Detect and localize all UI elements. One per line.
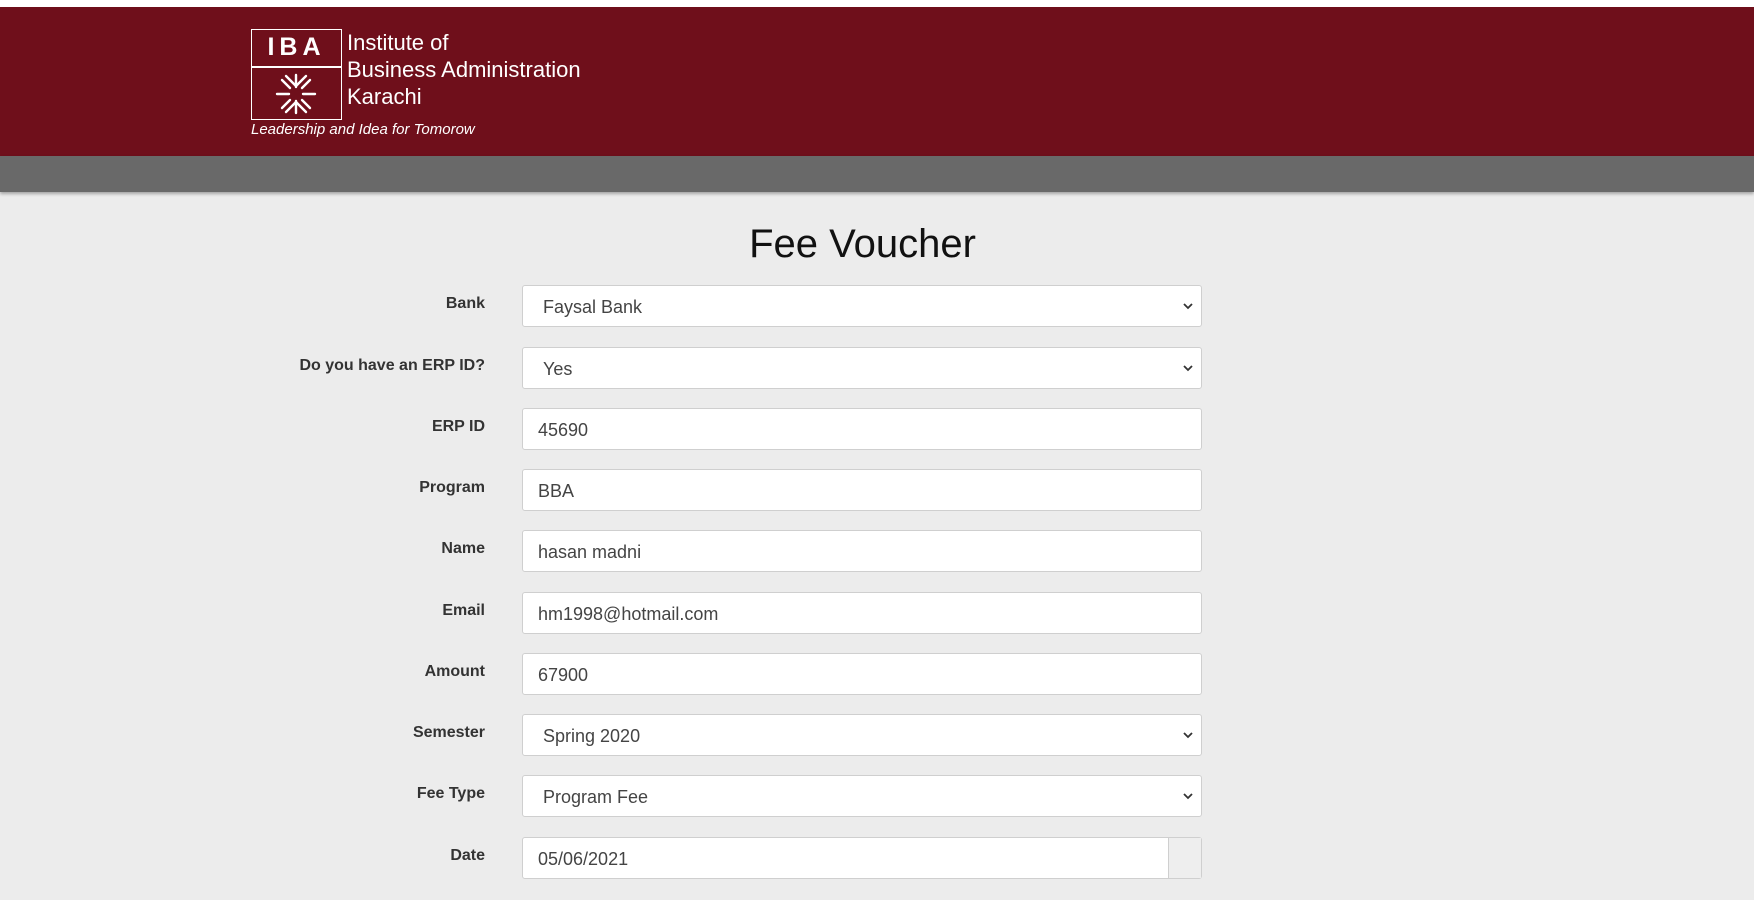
has-erp-select[interactable]: Yes xyxy=(522,347,1202,389)
program-value: BBA xyxy=(538,481,575,501)
date-row: Date 05/06/2021 xyxy=(0,837,1754,881)
bank-row: Bank Faysal Bank xyxy=(0,285,1754,329)
semester-select[interactable]: Spring 2020 xyxy=(522,714,1202,756)
erp-id-row: ERP ID 45690 xyxy=(0,408,1754,452)
has-erp-label: Do you have an ERP ID? xyxy=(299,357,485,374)
chevron-down-icon xyxy=(1183,303,1193,310)
email-row: Email hm1998@hotmail.com xyxy=(0,592,1754,636)
bank-select[interactable]: Faysal Bank xyxy=(522,285,1202,327)
semester-value: Spring 2020 xyxy=(543,726,641,746)
amount-value: 67900 xyxy=(538,665,589,685)
erp-id-value: 45690 xyxy=(538,420,589,440)
name-value: hasan madni xyxy=(538,542,642,562)
fee-type-select[interactable]: Program Fee xyxy=(522,775,1202,817)
date-picker-button[interactable] xyxy=(1168,838,1201,878)
name-label: Name xyxy=(441,540,485,557)
erp-id-input[interactable]: 45690 xyxy=(522,408,1202,450)
logo-text: IBA xyxy=(267,33,326,61)
institute-name: Institute of Business Administration Kar… xyxy=(347,29,581,110)
date-label: Date xyxy=(450,847,485,864)
chevron-down-icon xyxy=(1183,793,1193,800)
institute-line-1: Institute of xyxy=(347,30,449,55)
date-value: 05/06/2021 xyxy=(538,849,629,869)
amount-label: Amount xyxy=(424,663,485,680)
amount-row: Amount 67900 xyxy=(0,653,1754,697)
program-input[interactable]: BBA xyxy=(522,469,1202,511)
chevron-down-icon xyxy=(1183,732,1193,739)
bank-value: Faysal Bank xyxy=(543,297,643,317)
date-input[interactable]: 05/06/2021 xyxy=(522,837,1202,879)
semester-label: Semester xyxy=(412,724,485,741)
program-label: Program xyxy=(419,479,485,496)
email-input[interactable]: hm1998@hotmail.com xyxy=(522,592,1202,634)
email-value: hm1998@hotmail.com xyxy=(538,604,719,624)
chevron-down-icon xyxy=(1183,365,1193,372)
name-row: Name hasan madni xyxy=(0,530,1754,574)
fee-type-label: Fee Type xyxy=(416,785,485,802)
logo-divider xyxy=(252,66,341,68)
has-erp-value: Yes xyxy=(543,359,573,379)
tagline: Leadership and Idea for Tomorow xyxy=(251,121,475,138)
has-erp-row: Do you have an ERP ID? Yes xyxy=(0,347,1754,391)
bank-label: Bank xyxy=(445,295,485,312)
page-title: Fee Voucher xyxy=(749,222,976,266)
iba-emblem-icon xyxy=(275,73,317,115)
fee-type-value: Program Fee xyxy=(543,787,649,807)
institute-line-3: Karachi xyxy=(347,84,422,109)
amount-input[interactable]: 67900 xyxy=(522,653,1202,695)
fee-type-row: Fee Type Program Fee xyxy=(0,775,1754,819)
top-strip xyxy=(0,0,1754,7)
erp-id-label: ERP ID xyxy=(431,418,485,435)
site-header: IBA Institute of Business Administration… xyxy=(0,7,1754,156)
email-label: Email xyxy=(442,602,485,619)
semester-row: Semester Spring 2020 xyxy=(0,714,1754,758)
iba-logo[interactable]: IBA xyxy=(251,29,342,120)
name-input[interactable]: hasan madni xyxy=(522,530,1202,572)
institute-line-2: Business Administration xyxy=(347,57,581,82)
program-row: Program BBA xyxy=(0,469,1754,513)
nav-bar xyxy=(0,156,1754,192)
